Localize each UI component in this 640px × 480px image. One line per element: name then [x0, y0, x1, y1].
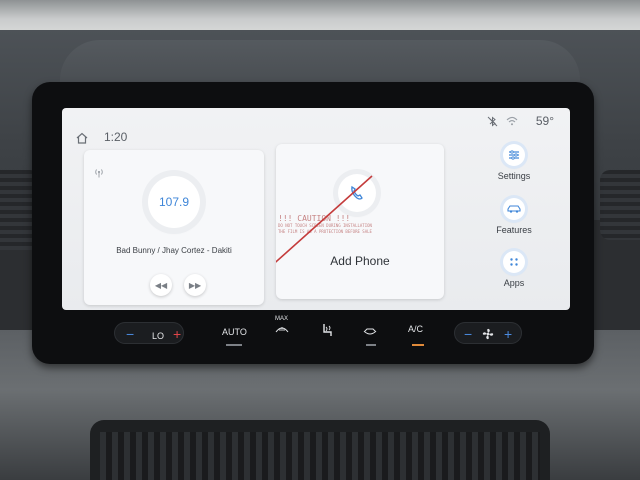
settings-icon	[503, 144, 525, 166]
outside-temperature: 59°	[535, 114, 554, 128]
driver-temp: LO	[152, 331, 165, 341]
fan-icon	[482, 328, 494, 340]
auto-indicator	[226, 344, 242, 346]
recirculate-icon[interactable]	[362, 326, 378, 336]
next-track-button[interactable]: ▶▶	[184, 274, 206, 296]
status-right: 59°	[487, 114, 554, 128]
wifi-icon	[506, 116, 518, 126]
nav-apps-label: Apps	[503, 278, 525, 288]
fan-speed-up-button[interactable]: +	[504, 326, 512, 342]
max-defrost-icon[interactable]	[274, 324, 290, 334]
ac-button[interactable]: A/C	[408, 324, 423, 334]
previous-track-icon: ◀◀	[154, 280, 168, 290]
sticker-line-1: !!! CAUTION !!!	[278, 214, 351, 223]
climate-bar: − LO + AUTO MAX A/C − +	[62, 316, 570, 356]
car-icon	[503, 198, 525, 220]
driver-temp-down-button[interactable]: −	[126, 326, 134, 342]
now-playing: Bad Bunny / Jhay Cortez - Dakiti	[116, 246, 232, 255]
nav-features-label: Features	[496, 225, 532, 235]
seat-heat-icon[interactable]	[320, 322, 334, 338]
nav-settings-label: Settings	[497, 171, 531, 181]
center-air-vent	[90, 420, 550, 480]
add-phone-label: Add Phone	[330, 254, 390, 268]
auto-climate-button[interactable]: AUTO	[222, 327, 247, 337]
bluetooth-off-icon	[487, 115, 498, 127]
phone-button[interactable]	[338, 174, 376, 212]
next-track-icon: ▶▶	[188, 280, 202, 290]
radio-frequency: 107.9	[158, 195, 190, 209]
right-air-vent	[600, 170, 640, 240]
ac-indicator	[412, 344, 424, 346]
driver-temp-up-button[interactable]: +	[173, 326, 181, 342]
phone-card[interactable]: !!! CAUTION !!! DO NOT TOUCH SCREEN DURI…	[276, 144, 444, 299]
max-defrost-label: MAX	[275, 316, 289, 322]
windshield	[0, 0, 640, 34]
recirculate-indicator	[366, 344, 376, 346]
caution-sticker: !!! CAUTION !!! DO NOT TOUCH SCREEN DURI…	[278, 214, 386, 256]
phone-icon	[351, 185, 363, 200]
home-icon[interactable]	[76, 132, 88, 144]
radio-card[interactable]: 107.9 Bad Bunny / Jhay Cortez - Dakiti ◀…	[84, 150, 264, 305]
nav-features[interactable]: Features	[482, 198, 546, 235]
apps-grid-icon	[503, 251, 525, 273]
clock: 1:20	[104, 130, 128, 144]
sticker-line-3: THE FILM IS AS A PROTECTION BEFORE SALE	[278, 229, 372, 234]
previous-track-button[interactable]: ◀◀	[150, 274, 172, 296]
frequency-dial[interactable]: 107.9	[148, 176, 200, 228]
nav-apps[interactable]: Apps	[482, 251, 546, 288]
infotainment-screen: 1:20 59° 107.9 Bad Bunny / Jhay Cortez -…	[62, 108, 570, 310]
fan-speed-down-button[interactable]: −	[464, 326, 472, 342]
signal-icon	[95, 169, 103, 178]
nav-settings[interactable]: Settings	[482, 144, 546, 181]
